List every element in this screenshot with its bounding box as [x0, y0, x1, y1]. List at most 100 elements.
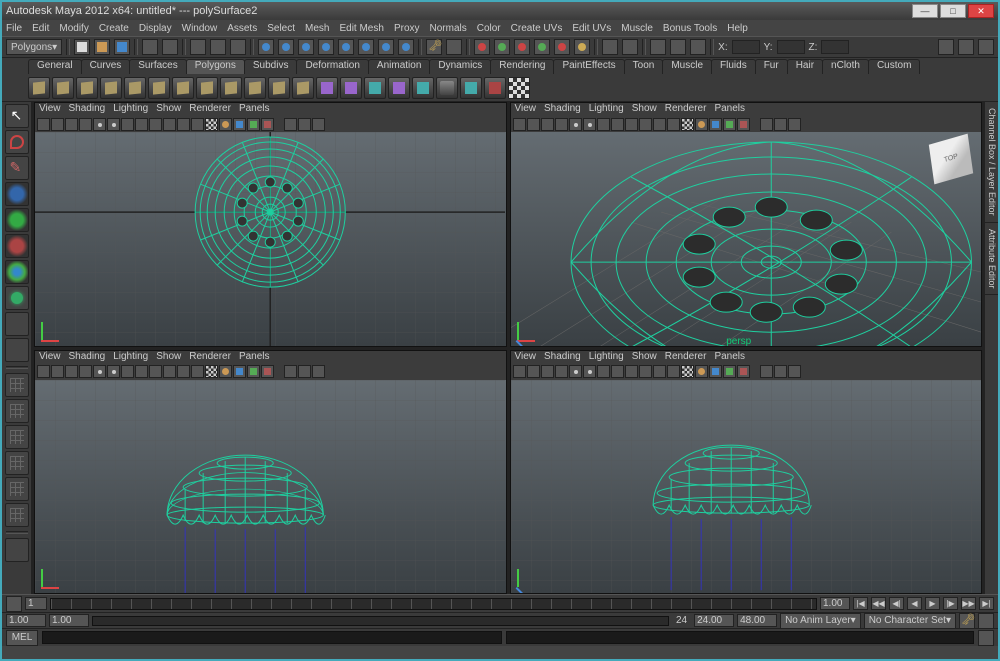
vp-xrayjoint-icon[interactable]	[723, 365, 736, 378]
vp-xray-icon[interactable]	[709, 365, 722, 378]
shelf-merge-icon[interactable]	[412, 77, 434, 99]
tab-hair[interactable]: Hair	[787, 59, 823, 74]
vp-safe-area-icon[interactable]	[121, 365, 134, 378]
vp-2d-pan-icon[interactable]	[555, 118, 568, 131]
vp-hqrender-icon[interactable]	[681, 118, 694, 131]
vp-camera-select-icon[interactable]	[37, 118, 50, 131]
tab-animation[interactable]: Animation	[368, 59, 430, 74]
vp-grid-icon[interactable]	[261, 365, 274, 378]
last-tool-icon[interactable]	[5, 338, 29, 362]
vp-renderer3-icon[interactable]	[788, 365, 801, 378]
vp-renderer1-icon[interactable]	[760, 365, 773, 378]
menu-window[interactable]: Window	[182, 23, 218, 34]
menu-display[interactable]: Display	[139, 23, 172, 34]
step-back-key-button[interactable]: ◀◀	[871, 597, 886, 610]
vp-menu-renderer[interactable]: Renderer	[665, 351, 707, 364]
vp-film-gate-icon[interactable]	[583, 118, 596, 131]
render-settings-icon[interactable]	[690, 39, 706, 55]
vp-lights-icon[interactable]	[653, 118, 666, 131]
vp-film-gate-icon[interactable]	[583, 365, 596, 378]
channel-box-tab[interactable]: Channel Box / Layer Editor	[985, 102, 998, 223]
menu-color[interactable]: Color	[477, 23, 501, 34]
universal-manip-icon[interactable]	[5, 260, 29, 284]
menu-modify[interactable]: Modify	[59, 23, 88, 34]
lasso-tool-icon[interactable]	[5, 130, 29, 154]
menu-normals[interactable]: Normals	[430, 23, 467, 34]
vp-wireframe-icon[interactable]	[135, 118, 148, 131]
move-tool-icon[interactable]	[5, 182, 29, 206]
vp-gate-icon[interactable]	[93, 118, 106, 131]
vp-menu-lighting[interactable]: Lighting	[589, 103, 624, 116]
save-scene-icon[interactable]	[114, 39, 130, 55]
vp-safe-area-icon[interactable]	[597, 118, 610, 131]
tab-dynamics[interactable]: Dynamics	[429, 59, 491, 74]
anim-layer-selector[interactable]: No Anim Layer ▾	[780, 613, 861, 629]
range-end-inner[interactable]	[694, 614, 734, 627]
vp-menu-panels[interactable]: Panels	[239, 351, 270, 364]
vp-renderer2-icon[interactable]	[298, 365, 311, 378]
menu-editmesh[interactable]: Edit Mesh	[339, 23, 383, 34]
shelf-pyramid-icon[interactable]	[196, 77, 218, 99]
vp-menu-shading[interactable]: Shading	[69, 103, 106, 116]
step-fwd-key-button[interactable]: ▶▶	[961, 597, 976, 610]
scale-tool-icon[interactable]	[5, 234, 29, 258]
z-field[interactable]	[821, 40, 849, 54]
module-selector[interactable]: Polygons ▾	[6, 39, 62, 55]
menu-create[interactable]: Create	[99, 23, 129, 34]
undo-icon[interactable]	[142, 39, 158, 55]
vp-lights-icon[interactable]	[653, 365, 666, 378]
shelf-cube-icon[interactable]	[52, 77, 74, 99]
vp-menu-lighting[interactable]: Lighting	[113, 103, 148, 116]
menu-muscle[interactable]: Muscle	[621, 23, 653, 34]
shelf-mirror-icon[interactable]	[436, 77, 458, 99]
vp-xrayjoint-icon[interactable]	[247, 118, 260, 131]
vp-renderer3-icon[interactable]	[312, 118, 325, 131]
vp-shadows-icon[interactable]	[191, 365, 204, 378]
menu-file[interactable]: File	[6, 23, 22, 34]
sel-object-icon[interactable]	[190, 39, 206, 55]
tool-settings-toggle-icon[interactable]	[958, 39, 974, 55]
shelf-torus-icon[interactable]	[148, 77, 170, 99]
vp-textured-icon[interactable]	[163, 365, 176, 378]
vp-grid-icon[interactable]	[737, 365, 750, 378]
go-end-button[interactable]: ▶|	[979, 597, 994, 610]
vp-grid-icon[interactable]	[261, 118, 274, 131]
sel-component-icon[interactable]	[210, 39, 226, 55]
vp-menu-view[interactable]: View	[39, 103, 61, 116]
vp-hqrender-icon[interactable]	[681, 365, 694, 378]
vp-menu-panels[interactable]: Panels	[239, 103, 270, 116]
vp-image-plane-icon[interactable]	[65, 365, 78, 378]
shelf-combine-icon[interactable]	[316, 77, 338, 99]
vp-wireframe-icon[interactable]	[611, 365, 624, 378]
vp-renderer1-icon[interactable]	[284, 365, 297, 378]
vp-textured-icon[interactable]	[639, 365, 652, 378]
shelf-sphere-icon[interactable]	[28, 77, 50, 99]
snap-grid-icon[interactable]	[474, 39, 490, 55]
vp-gate-icon[interactable]	[93, 365, 106, 378]
vp-isolate-icon[interactable]	[219, 365, 232, 378]
sel-hierarchy-icon[interactable]	[230, 39, 246, 55]
vp-menu-panels[interactable]: Panels	[714, 351, 745, 364]
shelf-prism-icon[interactable]	[172, 77, 194, 99]
viewport-top[interactable]: View Shading Lighting Show Renderer Pane…	[34, 102, 507, 347]
mask-render-icon[interactable]	[378, 39, 394, 55]
viewport-side[interactable]: View Shading Lighting Show Renderer Pane…	[510, 350, 983, 595]
mask-curve-icon[interactable]	[298, 39, 314, 55]
vp-menu-shading[interactable]: Shading	[544, 103, 581, 116]
vp-shaded-icon[interactable]	[149, 365, 162, 378]
play-back-button[interactable]: ◀	[907, 597, 922, 610]
shelf-cone-icon[interactable]	[100, 77, 122, 99]
close-button[interactable]: ✕	[968, 4, 994, 18]
ipr-render-icon[interactable]	[670, 39, 686, 55]
vp-menu-show[interactable]: Show	[156, 103, 181, 116]
tab-curves[interactable]: Curves	[81, 59, 131, 74]
tab-painteffects[interactable]: PaintEffects	[553, 59, 624, 74]
prefs-icon[interactable]	[978, 613, 994, 629]
layout-two-side-icon[interactable]	[5, 451, 29, 475]
vp-renderer1-icon[interactable]	[760, 118, 773, 131]
vp-safe-area-icon[interactable]	[121, 118, 134, 131]
vp-menu-show[interactable]: Show	[632, 351, 657, 364]
shelf-platonic-icon[interactable]	[292, 77, 314, 99]
vp-camera-select-icon[interactable]	[37, 365, 50, 378]
vp-menu-show[interactable]: Show	[156, 351, 181, 364]
